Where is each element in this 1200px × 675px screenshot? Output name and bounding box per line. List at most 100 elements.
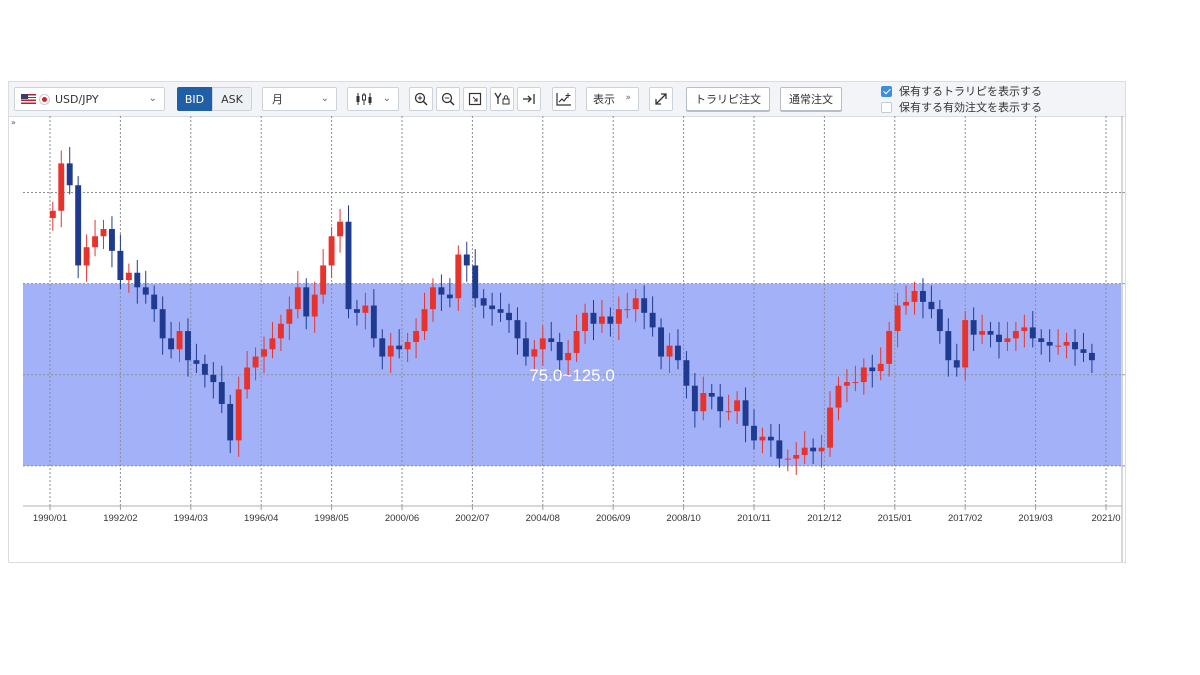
candle[interactable] — [565, 352, 572, 361]
candle[interactable] — [1063, 341, 1070, 346]
candle[interactable] — [979, 331, 986, 335]
candle[interactable] — [843, 382, 850, 386]
candle[interactable] — [877, 363, 884, 372]
candle[interactable] — [1012, 331, 1019, 339]
candle[interactable] — [83, 247, 90, 266]
candle[interactable] — [649, 312, 656, 328]
candle[interactable] — [92, 236, 99, 248]
candle[interactable] — [387, 345, 394, 357]
candle[interactable] — [463, 254, 470, 266]
candle[interactable] — [362, 305, 369, 313]
candle[interactable] — [784, 458, 791, 460]
candle[interactable] — [810, 447, 817, 452]
candle[interactable] — [337, 221, 344, 237]
candle[interactable] — [252, 356, 259, 368]
candle[interactable] — [134, 272, 141, 288]
candle[interactable] — [159, 309, 166, 339]
candle[interactable] — [1029, 327, 1036, 339]
candle[interactable] — [987, 331, 994, 335]
candle[interactable] — [522, 338, 529, 357]
ask-button[interactable]: ASK — [212, 87, 252, 111]
candle[interactable] — [1088, 352, 1095, 361]
show-trailing-checkbox[interactable] — [881, 85, 892, 97]
candle[interactable] — [962, 320, 969, 368]
candle[interactable] — [852, 382, 859, 384]
candle[interactable] — [793, 454, 800, 459]
candle[interactable] — [658, 327, 665, 357]
candle[interactable] — [886, 331, 893, 364]
candle[interactable] — [742, 400, 749, 426]
candle[interactable] — [869, 367, 876, 372]
candle[interactable] — [1004, 338, 1011, 342]
candle[interactable] — [185, 331, 191, 361]
candle[interactable] — [286, 309, 293, 324]
candle[interactable] — [421, 309, 428, 332]
candle[interactable] — [666, 345, 673, 357]
candle[interactable] — [683, 360, 690, 386]
candle[interactable] — [1021, 327, 1028, 332]
symbol-select[interactable]: USD/JPY ⌄ — [14, 87, 165, 111]
candle[interactable] — [49, 210, 56, 219]
candle[interactable] — [1072, 341, 1078, 350]
price-chart[interactable]: 150.000125.000100.00075.0001990/011992/0… — [9, 116, 1125, 562]
candle[interactable] — [353, 309, 360, 313]
candle[interactable] — [142, 287, 149, 295]
candle[interactable] — [210, 374, 217, 383]
fullscreen-button[interactable] — [649, 87, 673, 111]
candle[interactable] — [370, 305, 377, 339]
candle[interactable] — [632, 298, 639, 310]
candle[interactable] — [615, 309, 622, 324]
candle[interactable] — [438, 287, 445, 295]
candle[interactable] — [75, 185, 82, 266]
candle[interactable] — [108, 228, 115, 251]
candle[interactable] — [641, 298, 648, 313]
display-select[interactable]: 表示 » — [586, 87, 639, 111]
candle[interactable] — [404, 341, 411, 350]
candle[interactable] — [700, 393, 707, 412]
candle[interactable] — [227, 403, 234, 441]
trailing-order-button[interactable]: トラリピ注文 — [686, 87, 770, 111]
candle[interactable] — [311, 294, 318, 317]
candle[interactable] — [776, 440, 783, 459]
candle[interactable] — [472, 265, 479, 299]
candle[interactable] — [818, 447, 825, 452]
candle[interactable] — [193, 360, 200, 364]
candle[interactable] — [582, 312, 588, 332]
candle[interactable] — [894, 305, 901, 332]
candle[interactable] — [573, 331, 580, 353]
candle[interactable] — [911, 290, 918, 302]
candle[interactable] — [827, 407, 833, 448]
candle[interactable] — [607, 316, 614, 324]
candle[interactable] — [58, 163, 65, 211]
zoom-out-button[interactable] — [436, 87, 460, 111]
candle[interactable] — [936, 309, 943, 332]
candle[interactable] — [455, 254, 462, 299]
candle[interactable] — [708, 393, 715, 397]
candle[interactable] — [767, 436, 774, 441]
candle[interactable] — [151, 294, 158, 310]
candle[interactable] — [675, 345, 681, 361]
candle[interactable] — [953, 360, 960, 368]
candle[interactable] — [277, 323, 284, 339]
candle[interactable] — [100, 228, 107, 237]
candle[interactable] — [244, 367, 251, 390]
candle[interactable] — [218, 382, 225, 404]
candle[interactable] — [759, 436, 766, 441]
candle[interactable] — [945, 331, 952, 361]
candle[interactable] — [531, 349, 538, 357]
period-select[interactable]: 月 ⌄ — [262, 87, 337, 111]
candle[interactable] — [497, 309, 504, 313]
candle[interactable] — [725, 411, 732, 413]
candle[interactable] — [125, 272, 132, 281]
candle[interactable] — [556, 341, 563, 361]
normal-order-button[interactable]: 通常注文 — [780, 87, 842, 111]
scroll-end-button[interactable] — [517, 87, 541, 111]
candle[interactable] — [835, 385, 842, 408]
candle[interactable] — [294, 287, 301, 310]
candle[interactable] — [548, 338, 555, 342]
candle[interactable] — [928, 301, 935, 310]
candle[interactable] — [201, 363, 208, 375]
candle[interactable] — [717, 396, 724, 412]
candle[interactable] — [1080, 349, 1087, 353]
candle[interactable] — [303, 287, 310, 317]
